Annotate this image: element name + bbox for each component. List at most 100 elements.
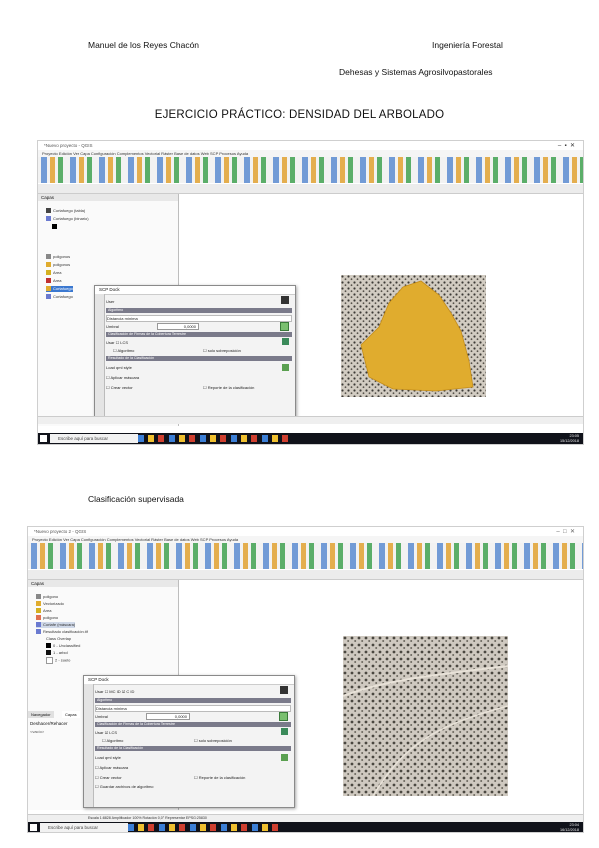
windows-start-icon[interactable]	[40, 435, 47, 442]
toolbar-row[interactable]	[38, 184, 583, 194]
layer-item[interactable]: Cortafuego (binario)	[46, 216, 89, 222]
layer-swatch	[46, 294, 51, 300]
layer-item[interactable]: poligonos	[46, 262, 70, 268]
threshold-input[interactable]: 0,0000	[157, 323, 199, 330]
scp-dock-dialog: SCP Dock Usar ☐ MC ID ☑ C ID Algoritmo D…	[83, 675, 295, 808]
dialog-title: SCP Dock	[95, 286, 295, 295]
layer-label: Vectorizado	[43, 601, 64, 606]
clock-date: 15/12/2018	[559, 438, 579, 443]
algorithm-select[interactable]: Distancia mínima	[95, 705, 291, 712]
signature-icon[interactable]	[282, 338, 289, 345]
overlap-checkbox[interactable]: ☐ solo sobreposición	[194, 738, 232, 743]
use-lcs-checkbox[interactable]: Usar ☑ LCS	[95, 730, 117, 735]
threshold-input[interactable]: 0,0000	[146, 713, 190, 720]
toolbar[interactable]	[28, 543, 583, 569]
layer-swatch	[46, 270, 51, 276]
taskbar-apps[interactable]	[138, 435, 288, 442]
status-bar	[38, 416, 583, 424]
dialog-side-tabs[interactable]	[95, 294, 105, 417]
windows-start-icon[interactable]	[30, 824, 37, 831]
toolbar-row[interactable]	[28, 570, 583, 580]
save-cb-label: Guardar archivos de algoritmo	[99, 784, 154, 789]
algorithm-cb-label: Algoritmo	[106, 738, 124, 743]
signature-icon[interactable]	[281, 728, 288, 735]
layer-item[interactable]: poligono	[36, 615, 58, 621]
layer-swatch	[36, 594, 41, 600]
layer-label: poligono	[43, 594, 59, 599]
window-controls: – □ ✕	[556, 529, 575, 535]
layer-label: poligonos	[53, 262, 71, 267]
use-id-row[interactable]: Usar ☐ MC ID ☑ C ID	[95, 689, 134, 694]
layer-item[interactable]: Area	[46, 270, 61, 276]
dialog-side-tabs[interactable]	[84, 684, 94, 807]
algorithm-select[interactable]: Distancia mínima	[106, 315, 292, 322]
save-checkbox[interactable]: ☐ Guardar archivos de algoritmo	[95, 784, 154, 789]
layer-item[interactable]	[52, 224, 59, 230]
run-icon[interactable]	[280, 686, 288, 694]
refresh-icon[interactable]	[280, 322, 289, 331]
layer-swatch	[36, 622, 41, 628]
map-canvas-polygon[interactable]	[341, 275, 486, 397]
vector-checkbox[interactable]: ☐ Crear vector	[95, 775, 122, 780]
tab-navegador[interactable]: Navegador	[28, 711, 54, 718]
style-icon[interactable]	[282, 364, 289, 371]
algorithm-cb-label: Algoritmo	[117, 348, 135, 353]
clock-date: 16/12/2018	[559, 827, 579, 832]
mask-checkbox[interactable]: ☐ Aplicar máscara	[95, 765, 128, 770]
menu-bar[interactable]: Proyecto Edición Ver Capa Configuración …	[38, 150, 583, 157]
windows-taskbar: Escribe aquí para buscar 23:05 15/12/2018	[38, 433, 583, 444]
taskbar-clock: 23:05 15/12/2018	[560, 434, 579, 443]
result-section: Resultado de la Clasificación	[106, 356, 292, 361]
degree-name: Ingeniería Forestal	[432, 40, 503, 50]
report-checkbox[interactable]: ☐ Reporte de la clasificación	[203, 385, 254, 390]
overlap-checkbox[interactable]: ☐ solo sobreposición	[203, 348, 241, 353]
layer-item[interactable]: Vectorizado	[36, 601, 64, 607]
layer-item-selected[interactable]: Cortafuego	[46, 286, 73, 292]
toolbar[interactable]	[38, 157, 583, 183]
map-canvas-classified[interactable]	[343, 636, 508, 796]
threshold-label: Umbral	[95, 714, 108, 719]
run-icon[interactable]	[281, 296, 289, 304]
taskbar-search[interactable]: Escribe aquí para buscar	[40, 823, 128, 832]
algorithm-section: Algoritmo	[106, 308, 292, 313]
use-label: Usar	[95, 730, 104, 735]
layer-label: Cortafuego	[53, 286, 73, 291]
window-title: *Nuevo proyecto 2 - QGIS	[28, 527, 583, 536]
layer-item[interactable]: poligono	[36, 594, 58, 600]
legend-label: 1 - arbol	[53, 650, 68, 655]
overlap-cb-label: solo sobreposición	[207, 348, 241, 353]
menu-bar[interactable]: Proyecto Edición Ver Capa Configuración …	[28, 536, 583, 543]
window-controls: – ▪ ✕	[557, 143, 575, 149]
report-checkbox[interactable]: ☐ Reporte de la clasificación	[194, 775, 245, 780]
layer-item[interactable]: Cortafuego	[46, 294, 73, 300]
vector-checkbox[interactable]: ☐ Crear vector	[106, 385, 133, 390]
algorithm-checkbox[interactable]: ☐ Algoritmo	[113, 348, 134, 353]
layer-item[interactable]: Area	[36, 608, 51, 614]
layer-swatch	[36, 608, 41, 614]
use-label: Usar	[106, 340, 115, 345]
mask-checkbox[interactable]: ☐ Aplicar máscara	[106, 375, 139, 380]
layer-label: Cortafuego (tabla)	[53, 208, 86, 213]
vector-cb-label: Crear vector	[99, 775, 122, 780]
use-lcs-checkbox[interactable]: Usar ☐ LCS	[106, 340, 128, 345]
layers-panel-title: Capas	[28, 580, 178, 587]
algorithm-checkbox[interactable]: ☐ Algoritmo	[102, 738, 123, 743]
layer-label: poligono	[43, 615, 59, 620]
taskbar-search[interactable]: Escribe aquí para buscar	[50, 434, 138, 443]
style-icon[interactable]	[281, 754, 288, 761]
layer-label: Cortafe (máscara)	[43, 622, 76, 627]
tab-capas[interactable]: Capas	[62, 711, 80, 718]
undo-panel-item: <vacío>	[30, 729, 45, 734]
legend-item: 2 - suelo	[46, 657, 70, 664]
legend-label: 0 - Unclassified	[53, 643, 81, 648]
taskbar-apps[interactable]	[128, 824, 278, 831]
layer-label: Area	[53, 270, 62, 275]
layer-item[interactable]: Cortafe (máscara)	[36, 622, 76, 628]
algorithm-section: Algoritmo	[95, 698, 291, 703]
layer-item[interactable]: poligonos	[46, 254, 70, 260]
refresh-icon[interactable]	[279, 712, 288, 721]
layer-item[interactable]: Area	[46, 278, 61, 284]
layer-item[interactable]: Resultado clasificación.tif	[36, 629, 88, 635]
layer-swatch	[36, 615, 41, 621]
layer-item[interactable]: Cortafuego (tabla)	[46, 208, 85, 214]
